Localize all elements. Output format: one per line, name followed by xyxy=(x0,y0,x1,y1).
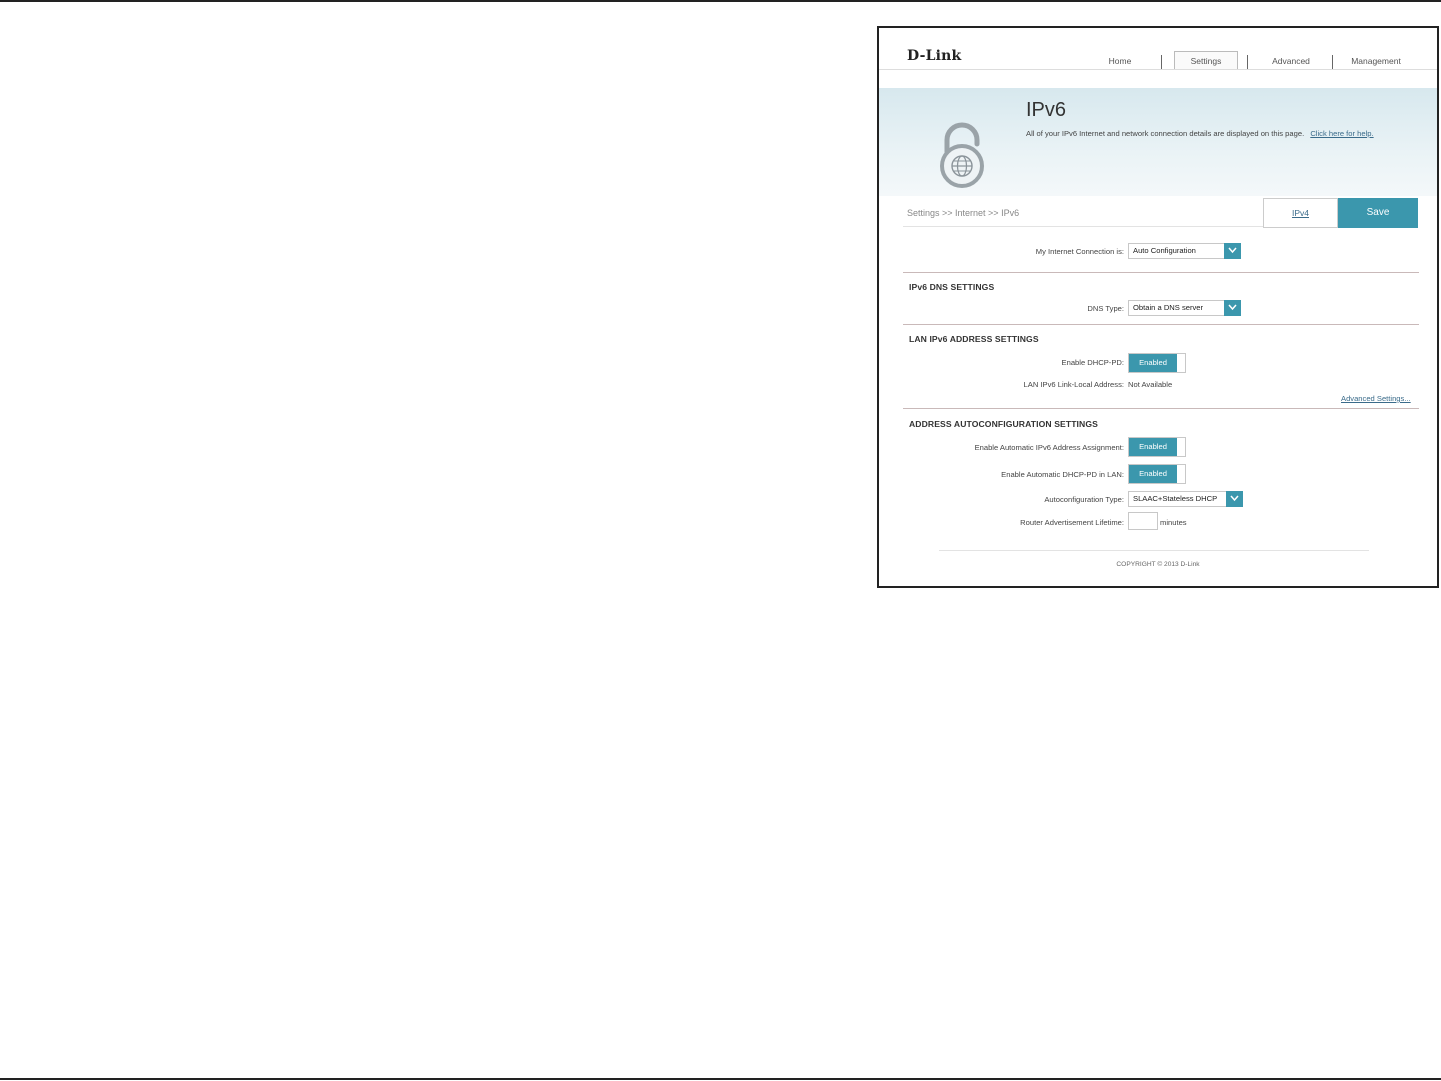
toggle-state: Enabled xyxy=(1129,465,1177,483)
auto-dhcp-pd-label: Enable Automatic DHCP-PD in LAN: xyxy=(1001,470,1124,479)
save-button[interactable]: Save xyxy=(1338,198,1418,228)
dns-type-label: DNS Type: xyxy=(1087,304,1124,313)
nav-separator xyxy=(1247,55,1248,69)
autoconf-type-select[interactable]: SLAAC+Stateless DHCP xyxy=(1128,491,1243,507)
auto-assign-toggle[interactable]: Enabled xyxy=(1128,437,1186,457)
auto-assign-label: Enable Automatic IPv6 Address Assignment… xyxy=(974,443,1124,452)
dns-section-title: IPv6 DNS SETTINGS xyxy=(909,282,995,292)
help-link[interactable]: Click here for help. xyxy=(1310,129,1373,138)
description-text: All of your IPv6 Internet and network co… xyxy=(1026,129,1305,138)
lock-globe-icon xyxy=(940,122,984,188)
dns-type-value: Obtain a DNS server xyxy=(1133,303,1204,312)
lan-section-title: LAN IPv6 ADDRESS SETTINGS xyxy=(909,334,1039,344)
ipv4-link[interactable]: IPv4 xyxy=(1263,198,1338,228)
page-title: IPv6 xyxy=(1026,99,1067,121)
link-local-label: LAN IPv6 Link-Local Address: xyxy=(1023,380,1124,389)
dhcp-pd-toggle[interactable]: Enabled xyxy=(1128,353,1186,373)
connection-select[interactable]: Auto Configuration xyxy=(1128,243,1241,259)
lifetime-label: Router Advertisement Lifetime: xyxy=(1020,518,1124,527)
nav-separator xyxy=(1161,55,1162,69)
chevron-down-icon[interactable] xyxy=(1224,300,1241,316)
nav-separator xyxy=(1332,55,1333,69)
autoconf-type-value: SLAAC+Stateless DHCP xyxy=(1133,494,1218,503)
bottom-rule xyxy=(0,1078,1441,1080)
nav-underline xyxy=(879,69,1437,70)
nav-management[interactable]: Management xyxy=(1339,52,1413,70)
router-ui-screenshot: D-Link Home Settings Advanced Management… xyxy=(877,26,1439,588)
dhcp-pd-label: Enable DHCP-PD: xyxy=(1061,358,1124,367)
top-rule xyxy=(0,0,1441,2)
nav-advanced[interactable]: Advanced xyxy=(1259,52,1323,70)
chevron-down-icon[interactable] xyxy=(1226,491,1243,507)
nav-home[interactable]: Home xyxy=(1101,52,1139,70)
breadcrumb: Settings >> Internet >> IPv6 xyxy=(907,208,1020,218)
section-divider xyxy=(903,272,1419,273)
advanced-settings-link[interactable]: Advanced Settings... xyxy=(1341,394,1411,403)
link-local-value: Not Available xyxy=(1128,380,1173,389)
lifetime-unit: minutes xyxy=(1160,518,1187,527)
copyright: COPYRIGHT © 2013 D-Link xyxy=(1116,561,1200,568)
section-divider xyxy=(903,324,1419,325)
footer-divider xyxy=(939,550,1369,551)
lifetime-input[interactable] xyxy=(1128,512,1158,530)
dlink-logo: D-Link xyxy=(907,48,962,64)
autoconf-type-label: Autoconfiguration Type: xyxy=(1044,495,1124,504)
autoconf-section-title: ADDRESS AUTOCONFIGURATION SETTINGS xyxy=(909,419,1098,429)
page-banner: IPv6 All of your IPv6 Internet and netwo… xyxy=(879,88,1437,196)
toggle-state: Enabled xyxy=(1129,438,1177,456)
dns-type-select[interactable]: Obtain a DNS server xyxy=(1128,300,1241,316)
nav-settings[interactable]: Settings xyxy=(1174,51,1238,69)
connection-label: My Internet Connection is: xyxy=(1035,247,1124,256)
connection-select-value: Auto Configuration xyxy=(1133,246,1196,255)
auto-dhcp-pd-toggle[interactable]: Enabled xyxy=(1128,464,1186,484)
toggle-state: Enabled xyxy=(1129,354,1177,372)
page-description: All of your IPv6 Internet and network co… xyxy=(1026,129,1374,138)
section-divider xyxy=(903,408,1419,409)
breadcrumb-divider xyxy=(903,226,1263,227)
chevron-down-icon[interactable] xyxy=(1224,243,1241,259)
